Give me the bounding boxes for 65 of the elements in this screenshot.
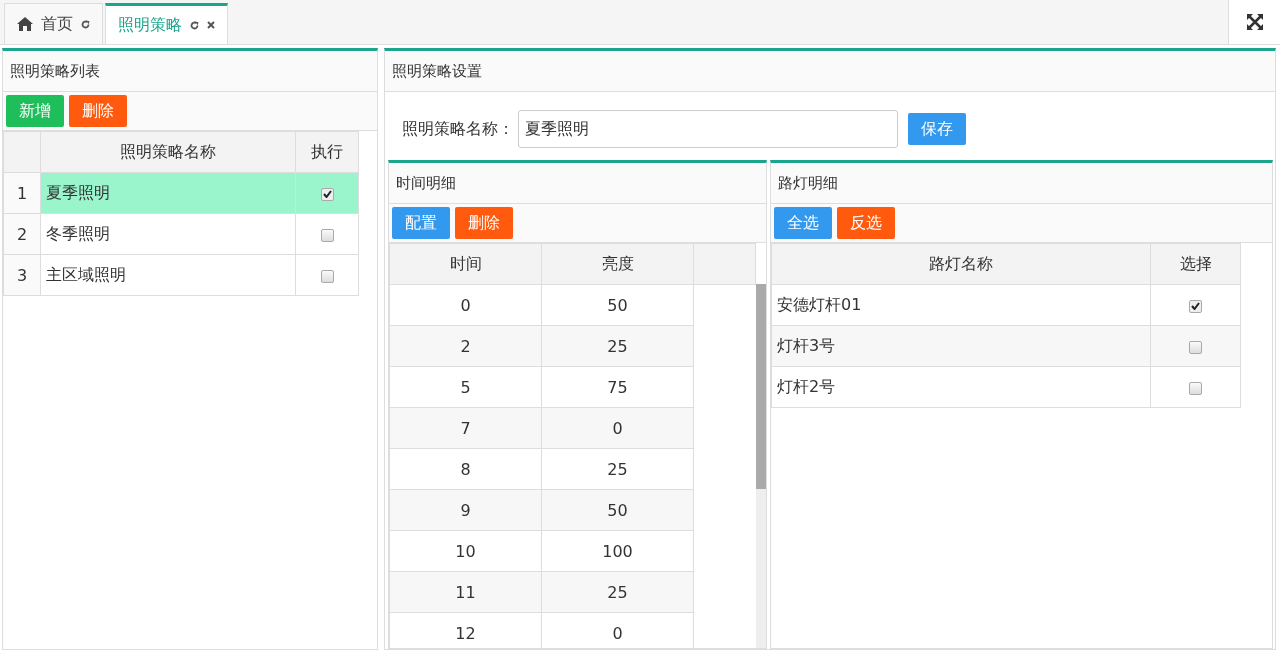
delete-button[interactable]: 删除 <box>455 207 513 239</box>
table-row[interactable]: 3 主区域照明 <box>3 254 359 296</box>
panel-title: 照明策略设置 <box>385 51 1275 92</box>
panel-title: 照明策略列表 <box>3 51 377 92</box>
table-cell: 安德灯杆01 <box>771 284 1151 326</box>
checkbox[interactable] <box>1189 299 1202 313</box>
checkbox[interactable] <box>1189 340 1202 354</box>
action-button[interactable]: 配置 <box>392 207 450 239</box>
table-cell: 10 <box>389 530 542 572</box>
checkbox[interactable] <box>320 187 334 201</box>
table-row[interactable]: 1 夏季照明 <box>3 172 359 214</box>
checkbox[interactable] <box>320 228 334 242</box>
delete-button[interactable]: 删除 <box>69 95 127 127</box>
tab-label: 照明策略 <box>118 14 182 36</box>
tab-label: 首页 <box>41 13 73 35</box>
table-cell: 50 <box>541 284 694 326</box>
table-cell: 50 <box>541 489 694 531</box>
scrollbar[interactable] <box>756 284 766 648</box>
refresh-icon[interactable] <box>190 20 199 30</box>
save-button[interactable]: 保存 <box>908 113 966 145</box>
header-cell: 执行 <box>295 131 359 173</box>
expand-icon <box>1245 13 1264 31</box>
header-cell: 选择 <box>1150 243 1241 285</box>
table-cell: 2 <box>389 325 542 367</box>
table-cell: 夏季照明 <box>40 172 296 214</box>
table-cell: 8 <box>389 448 542 490</box>
checkbox[interactable] <box>320 269 334 283</box>
table-cell: 7 <box>389 407 542 449</box>
delete-button[interactable]: 反选 <box>837 207 895 239</box>
row-number: 2 <box>3 213 41 255</box>
table-cell: 9 <box>389 489 542 531</box>
table-cell: 0 <box>389 284 542 326</box>
table-row[interactable]: 2 冬季照明 <box>3 213 359 255</box>
table-cell: 主区域照明 <box>40 254 296 296</box>
header-cell: 照明策略名称 <box>40 131 296 173</box>
table-cell: 冬季照明 <box>40 213 296 255</box>
checkbox[interactable] <box>1189 381 1202 395</box>
panel-title: 时间明细 <box>389 163 766 204</box>
table-cell: 灯杆2号 <box>771 366 1151 408</box>
table-cell: 25 <box>541 571 694 613</box>
close-icon[interactable] <box>207 21 215 29</box>
row-number: 1 <box>3 172 41 214</box>
table-cell: 灯杆3号 <box>771 325 1151 367</box>
tab[interactable]: 首页 <box>4 3 103 44</box>
table-cell: 0 <box>541 407 694 449</box>
field-label: 照明策略名称： <box>402 118 514 140</box>
action-button[interactable]: 全选 <box>774 207 832 239</box>
table-cell: 100 <box>541 530 694 572</box>
home-icon <box>17 17 33 31</box>
fullscreen-button[interactable] <box>1228 0 1280 44</box>
refresh-icon[interactable] <box>81 19 90 29</box>
header-cell: 时间 <box>389 243 542 285</box>
table-cell: 11 <box>389 571 542 613</box>
header-cell: 亮度 <box>541 243 694 285</box>
table-cell: 5 <box>389 366 542 408</box>
table-cell: 25 <box>541 448 694 490</box>
action-button[interactable]: 新增 <box>6 95 64 127</box>
row-number: 3 <box>3 254 41 296</box>
name-input[interactable]: 夏季照明 <box>518 110 898 148</box>
table-cell: 12 <box>389 612 542 648</box>
panel-title: 路灯明细 <box>771 163 1272 204</box>
table-cell: 25 <box>541 325 694 367</box>
tab[interactable]: 照明策略 <box>105 3 228 44</box>
header-cell: 路灯名称 <box>771 243 1151 285</box>
table-cell: 75 <box>541 366 694 408</box>
